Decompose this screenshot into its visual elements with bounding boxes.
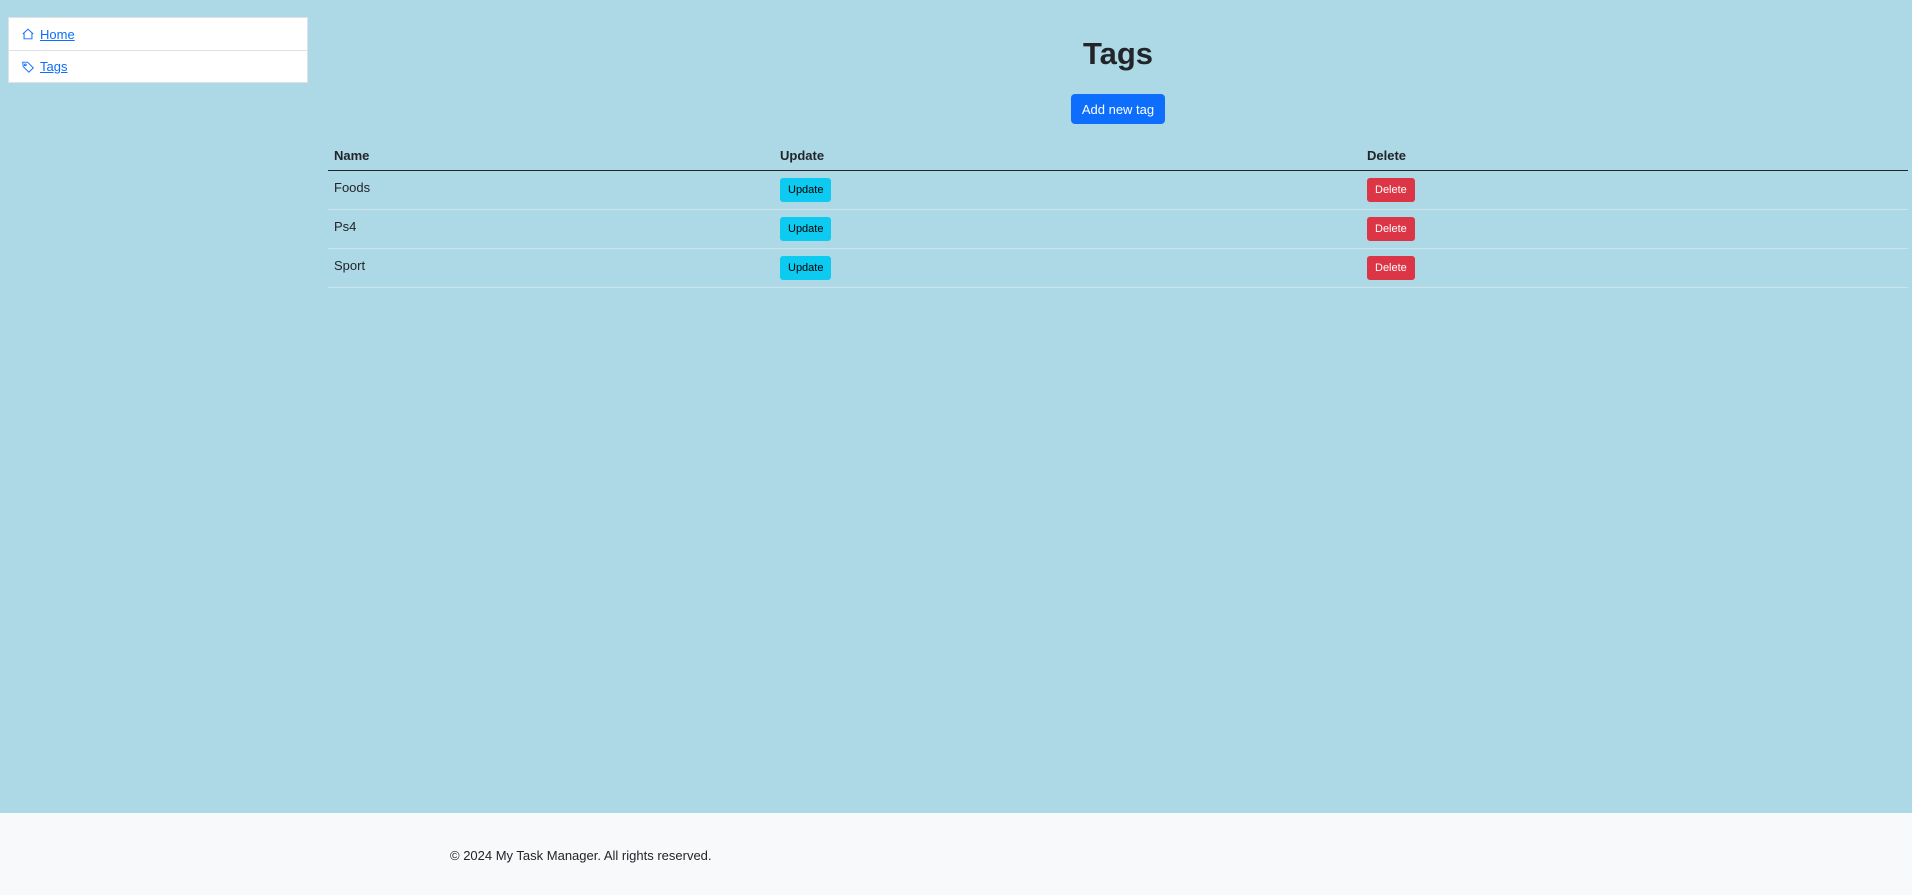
table-row: Sport Update Delete <box>328 248 1908 288</box>
table-row: Ps4 Update Delete <box>328 209 1908 249</box>
delete-cell: Delete <box>1361 209 1908 249</box>
tags-table: Name Update Delete Foods Update Delete P… <box>328 142 1908 288</box>
table-header-row: Name Update Delete <box>328 142 1908 171</box>
update-button[interactable]: Update <box>780 177 832 202</box>
tag-name: Ps4 <box>328 209 774 249</box>
page-title: Tags <box>1082 36 1154 71</box>
sidebar: Home Tags <box>8 17 308 83</box>
tag-name: Sport <box>328 248 774 288</box>
update-button[interactable]: Update <box>780 255 832 280</box>
page: Home Tags Tags Add new tag Name Update D… <box>0 0 1912 895</box>
sidebar-item-tags[interactable]: Tags <box>9 50 307 82</box>
update-button[interactable]: Update <box>780 216 832 241</box>
update-cell: Update <box>774 170 1361 210</box>
sidebar-item-home[interactable]: Home <box>9 18 307 50</box>
footer-copyright: © 2024 My Task Manager. All rights reser… <box>450 848 712 863</box>
delete-cell: Delete <box>1361 170 1908 210</box>
update-cell: Update <box>774 248 1361 288</box>
sidebar-item-label[interactable]: Home <box>40 27 75 42</box>
delete-button[interactable]: Delete <box>1367 177 1415 202</box>
tag-icon <box>21 60 35 74</box>
sidebar-item-label[interactable]: Tags <box>40 59 67 74</box>
add-new-tag-button[interactable]: Add new tag <box>1071 94 1165 124</box>
column-header-delete: Delete <box>1361 142 1908 171</box>
delete-cell: Delete <box>1361 248 1908 288</box>
home-icon <box>21 27 35 41</box>
update-cell: Update <box>774 209 1361 249</box>
delete-button[interactable]: Delete <box>1367 255 1415 280</box>
footer: © 2024 My Task Manager. All rights reser… <box>0 813 1912 895</box>
tag-name: Foods <box>328 170 774 210</box>
column-header-update: Update <box>774 142 1361 171</box>
column-header-name: Name <box>328 142 774 171</box>
delete-button[interactable]: Delete <box>1367 216 1415 241</box>
table-row: Foods Update Delete <box>328 170 1908 210</box>
